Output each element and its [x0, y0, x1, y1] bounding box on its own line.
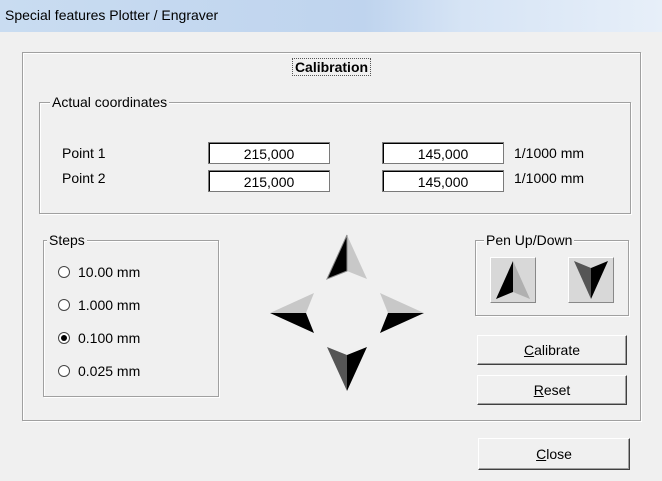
radio-button[interactable] [58, 365, 70, 377]
coordinates-group: Actual coordinates Point 1 215,000 145,0… [39, 94, 631, 214]
step-option-0-1mm[interactable]: 0.100 mm [58, 328, 140, 348]
dialog-window: Special features Plotter / Engraver Cali… [0, 0, 662, 481]
step-option-label: 1.000 mm [78, 297, 141, 313]
step-option-1mm[interactable]: 1.000 mm [58, 295, 140, 315]
arrow-down-icon[interactable] [323, 345, 371, 393]
step-option-label: 0.025 mm [78, 363, 141, 379]
step-option-10mm[interactable]: 10.00 mm [58, 262, 140, 282]
pen-legend: Pen Up/Down [484, 232, 575, 248]
arrow-left-icon[interactable] [268, 289, 316, 337]
steps-group: Steps 10.00 mm 1.000 mm 0.100 mm 0.025 m… [43, 232, 219, 397]
window-title: Special features Plotter / Engraver [5, 7, 219, 23]
point2-y-field[interactable]: 145,000 [382, 170, 504, 192]
step-option-label: 0.100 mm [78, 330, 141, 346]
calibration-panel: Calibration Actual coordinates Point 1 2… [22, 52, 641, 421]
pen-group: Pen Up/Down [475, 232, 629, 316]
title-bar[interactable]: Special features Plotter / Engraver [0, 0, 662, 32]
coordinates-legend: Actual coordinates [50, 94, 170, 110]
point2-label: Point 2 [62, 170, 106, 186]
radio-button[interactable] [58, 266, 70, 278]
point1-label: Point 1 [62, 145, 106, 161]
reset-button[interactable]: Reset [477, 375, 627, 405]
arrow-up-icon[interactable] [323, 233, 371, 281]
calibration-tab[interactable]: Calibration [291, 58, 372, 76]
close-button[interactable]: Close [478, 438, 630, 470]
radio-button-selected[interactable] [58, 332, 70, 344]
point2-x-field[interactable]: 215,000 [208, 170, 330, 192]
arrow-right-icon[interactable] [378, 289, 426, 337]
pen-down-button[interactable] [568, 257, 614, 303]
steps-legend: Steps [47, 232, 87, 248]
point1-y-field[interactable]: 145,000 [382, 142, 504, 164]
pen-down-icon [574, 261, 608, 299]
pen-up-button[interactable] [490, 257, 536, 303]
calibrate-button[interactable]: Calibrate [477, 335, 627, 365]
point1-unit-label: 1/1000 mm [514, 145, 585, 161]
pen-up-icon [496, 261, 530, 299]
step-option-0-025mm[interactable]: 0.025 mm [58, 361, 140, 381]
point1-x-field[interactable]: 215,000 [208, 142, 330, 164]
radio-button[interactable] [58, 299, 70, 311]
step-option-label: 10.00 mm [78, 264, 141, 280]
point2-unit-label: 1/1000 mm [514, 170, 585, 186]
